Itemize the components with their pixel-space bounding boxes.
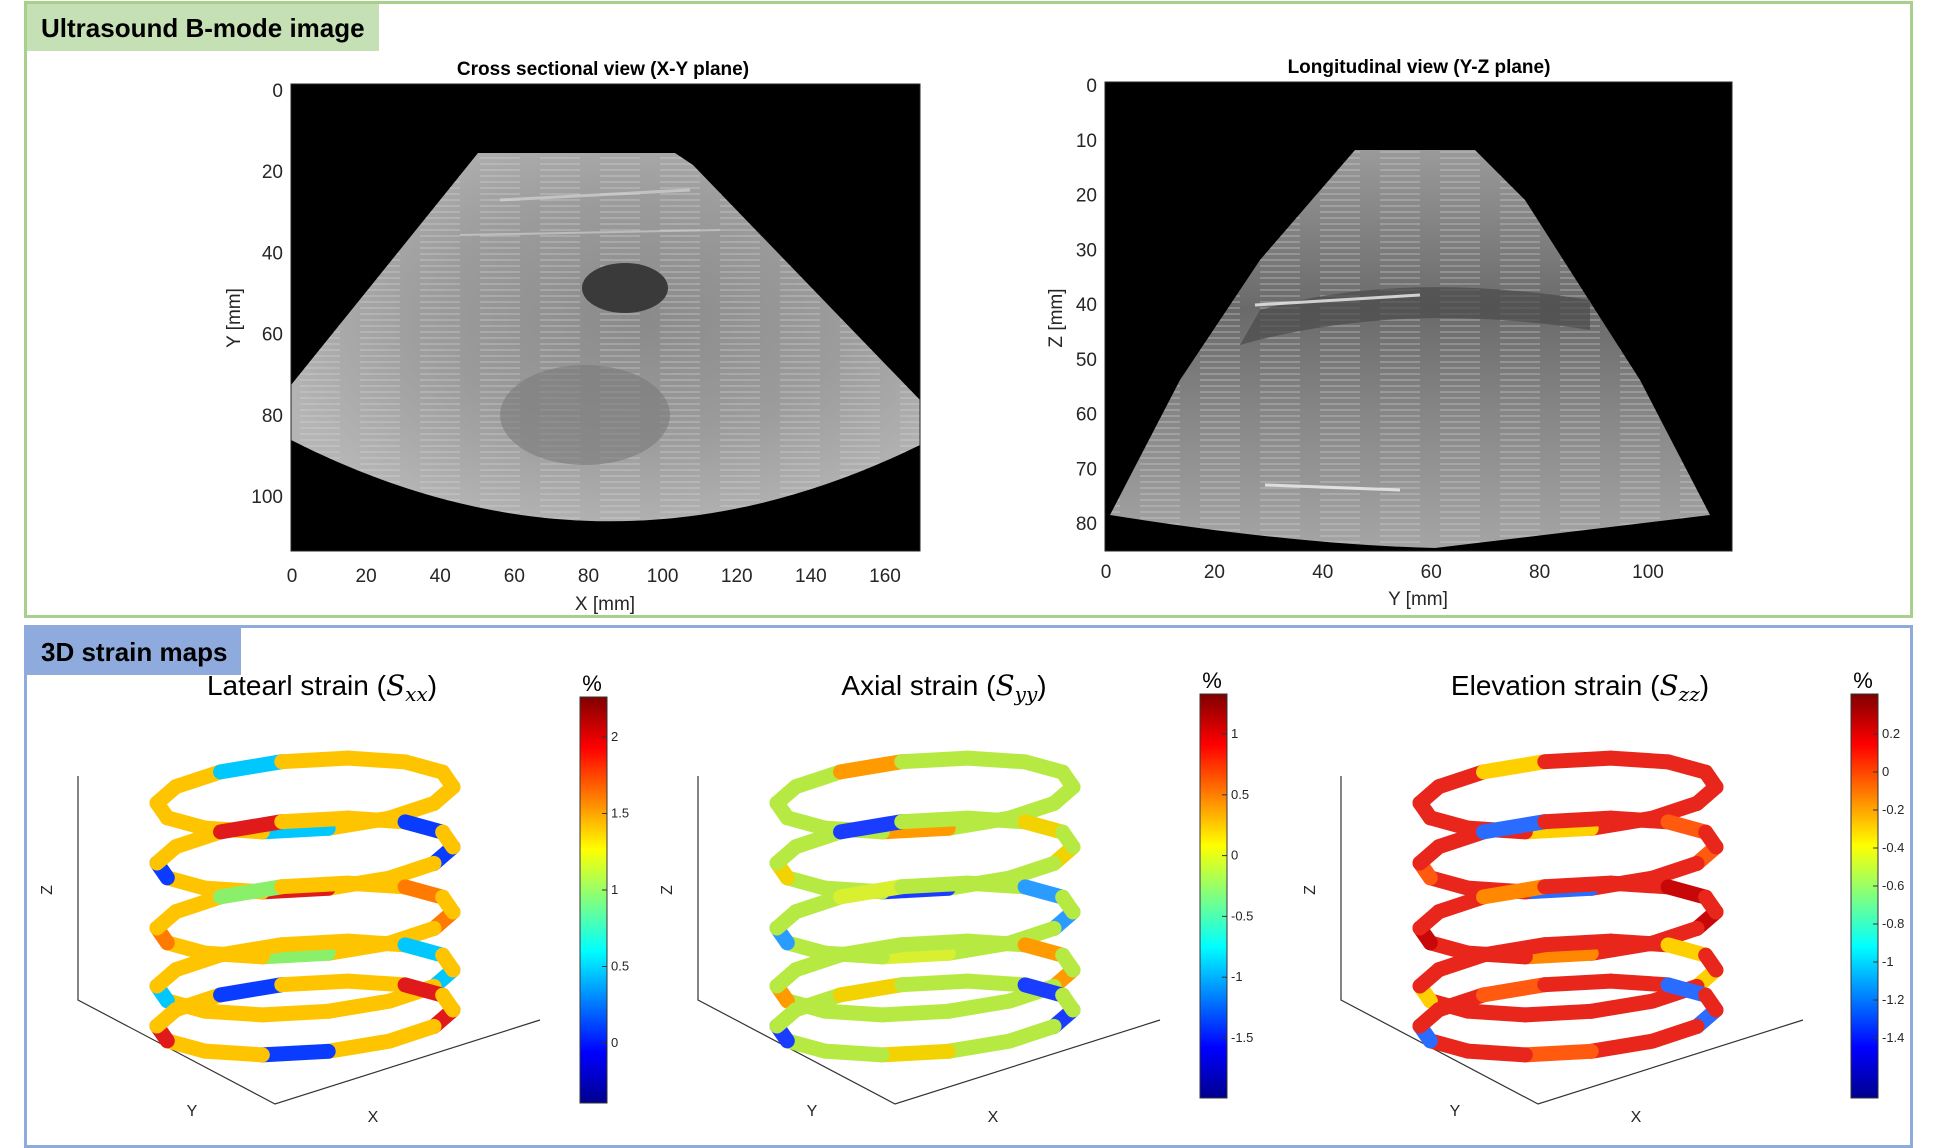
- tick-label: 20: [262, 162, 283, 183]
- strain-map-lateral: Latearl strain (Sxx) Z Y X% 2 1.5 1 0.5 0: [39, 669, 629, 1126]
- tick-label: 80: [1076, 514, 1097, 535]
- tick-label: 0: [287, 566, 298, 587]
- colorbar-tick-label: -0.6: [1882, 878, 1904, 893]
- colorbar-tick-label: 1: [1231, 726, 1238, 741]
- axis-z-label: Z: [39, 885, 56, 895]
- longitudinal-xlabel: Y [mm]: [1388, 589, 1448, 610]
- tick-label: 100: [647, 566, 679, 587]
- tick-label: 40: [1312, 562, 1333, 583]
- longitudinal-y-ticks: 0 10 20 30 40 50 60 70 80: [1076, 76, 1097, 535]
- colorbar-tick-label: -0.5: [1231, 908, 1253, 923]
- tick-label: 50: [1076, 350, 1097, 371]
- tick-label: 10: [1076, 131, 1097, 152]
- colorbar: [579, 696, 608, 1104]
- colorbar-tick-label: 0: [611, 1035, 618, 1050]
- dark-lesion: [582, 263, 668, 313]
- colorbar-tick-label: 0.5: [1231, 787, 1249, 802]
- figure-canvas: Cross sectional view (X-Y plane) 0 20 40 60…: [39, 57, 1904, 1126]
- tick-label: 40: [1076, 295, 1097, 316]
- tick-label: 20: [1076, 186, 1097, 207]
- colorbar-tick-label: -1: [1882, 954, 1894, 969]
- tick-label: 100: [1632, 562, 1664, 583]
- colorbar: [1850, 693, 1879, 1099]
- colorbar-unit: %: [1853, 668, 1873, 693]
- tick-label: 60: [1421, 562, 1442, 583]
- tick-label: 60: [262, 325, 283, 346]
- longitudinal-ylabel: Z [mm]: [1046, 288, 1067, 347]
- colorbar-tick-label: -1.4: [1882, 1030, 1904, 1045]
- axis-z-label: Z: [659, 885, 676, 895]
- axis-y-label: Y: [807, 1103, 818, 1120]
- colorbar-tick-label: 1: [611, 882, 618, 897]
- cross-section-view: Cross sectional view (X-Y plane) 0 20 40 60…: [224, 59, 921, 615]
- tick-label: 70: [1076, 459, 1097, 480]
- colorbar-tick-label: 0: [1231, 848, 1238, 863]
- tick-label: 30: [1076, 240, 1097, 261]
- tick-label: 0: [1086, 76, 1097, 97]
- tick-label: 60: [504, 566, 525, 587]
- longitudinal-x-ticks: 0 20 40 60 80 100: [1101, 562, 1664, 583]
- tick-label: 40: [430, 566, 451, 587]
- colorbar-tick-label: -0.4: [1882, 840, 1904, 855]
- colorbar-tick-label: 0: [1882, 764, 1889, 779]
- colorbar-tick-label: -0.2: [1882, 802, 1904, 817]
- tick-label: 100: [251, 487, 283, 508]
- colorbar-tick-label: -1.2: [1882, 992, 1904, 1007]
- tick-label: 80: [262, 406, 283, 427]
- cross-section-y-ticks: 0 20 40 60 80 100: [251, 81, 283, 508]
- cross-section-xlabel: X [mm]: [575, 594, 635, 615]
- colorbar-tick-label: 1.5: [611, 806, 629, 821]
- cross-section-x-ticks: 0 20 40 60 80 100 120 140 160: [287, 566, 901, 587]
- tick-label: 80: [1529, 562, 1550, 583]
- colorbar-tick-label: -1.5: [1231, 1030, 1253, 1045]
- strain-map-title: Axial strain (Syy): [841, 669, 1046, 706]
- axis-y-label: Y: [1450, 1103, 1461, 1120]
- tick-label: 140: [795, 566, 827, 587]
- tick-label: 0: [1101, 562, 1112, 583]
- axis-x-label: X: [1631, 1109, 1642, 1126]
- tick-label: 40: [262, 243, 283, 264]
- tick-label: 160: [869, 566, 901, 587]
- colorbar-unit: %: [582, 671, 602, 696]
- tick-label: 60: [1076, 405, 1097, 426]
- tick-label: 0: [272, 81, 283, 102]
- strain-map-axial: Axial strain (Syy) Z Y X% 1 0.5 0 -0.5 -1 -1.5: [659, 668, 1253, 1126]
- cross-section-ylabel: Y [mm]: [224, 288, 245, 348]
- colorbar-tick-label: 0.5: [611, 959, 629, 974]
- strain-map-title: Latearl strain (Sxx): [207, 669, 437, 706]
- strain-map-title: Elevation strain (Szz): [1451, 669, 1709, 706]
- axis-y-label: Y: [187, 1103, 198, 1120]
- tick-label: 20: [1204, 562, 1225, 583]
- longitudinal-view: Longitudinal view (Y-Z plane) 0 20 40 60 80 1…: [1046, 57, 1733, 610]
- axis-x-label: X: [988, 1109, 999, 1126]
- tick-label: 120: [721, 566, 753, 587]
- tick-label: 80: [578, 566, 599, 587]
- cross-section-title: Cross sectional view (X-Y plane): [457, 59, 749, 80]
- axis-x-label: X: [368, 1109, 379, 1126]
- colorbar-tick-label: -1: [1231, 969, 1243, 984]
- colorbar-unit: %: [1202, 668, 1222, 693]
- tick-label: 20: [356, 566, 377, 587]
- colorbar-tick-label: -0.8: [1882, 916, 1904, 931]
- axis-z-label: Z: [1302, 885, 1319, 895]
- longitudinal-title: Longitudinal view (Y-Z plane): [1288, 57, 1551, 78]
- colorbar: [1199, 693, 1228, 1099]
- colorbar-tick-label: 2: [611, 729, 618, 744]
- strain-map-elevation: Elevation strain (Szz) Z Y X% 0.2 0 -0.2 -0.4 -0…: [1302, 668, 1904, 1126]
- colorbar-tick-label: 0.2: [1882, 726, 1900, 741]
